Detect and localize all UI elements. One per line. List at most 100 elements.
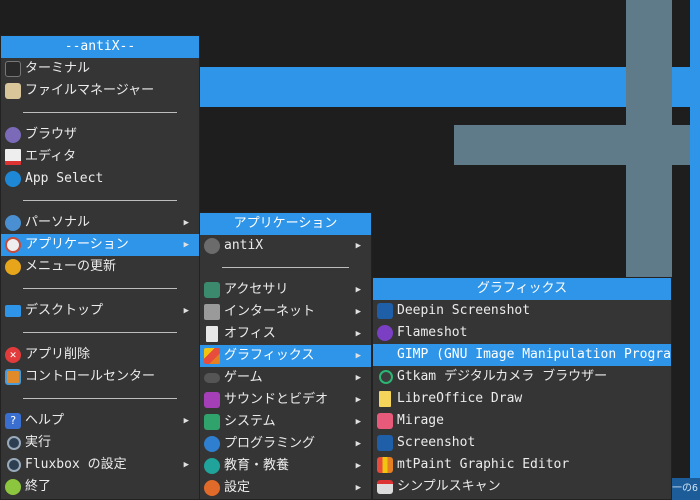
menu-item-label: アクセサリ xyxy=(224,282,289,297)
graphics-submenu-title: グラフィックス xyxy=(373,278,671,300)
menu-item-label: インターネット xyxy=(224,304,316,319)
menu-item-label: Mirage xyxy=(397,413,444,428)
menu-item-label: シンプルスキャン xyxy=(397,479,501,494)
menu-item-label: ゲーム xyxy=(224,370,263,385)
menu-item-refresh-menu[interactable]: メニューの更新 xyxy=(1,256,199,278)
menu-item-fluxbox-settings[interactable]: Fluxbox の設定 ▶ xyxy=(1,454,199,476)
system-icon xyxy=(204,414,220,430)
submenu-arrow-icon: ▶ xyxy=(355,307,361,317)
menu-item-run[interactable]: 実行 xyxy=(1,432,199,454)
menu-item-programming[interactable]: プログラミング ▶ xyxy=(200,433,371,455)
menu-item-deepin-screenshot[interactable]: Deepin Screenshot xyxy=(373,300,671,322)
submenu-arrow-icon: ▶ xyxy=(183,240,189,250)
menu-item-label: antiX xyxy=(224,238,264,253)
menu-item-label: 設定 xyxy=(224,480,251,495)
menu-item-mtpaint[interactable]: mtPaint Graphic Editor xyxy=(373,454,671,476)
mtpaint-icon xyxy=(377,457,393,473)
menu-item-applications[interactable]: アプリケーション ▶ xyxy=(1,234,199,256)
menu-item-label: Flameshot xyxy=(397,325,468,340)
run-gear-icon xyxy=(7,436,21,450)
submenu-arrow-icon: ▶ xyxy=(355,329,361,339)
wallpaper-gray-stripe-horizontal xyxy=(454,125,700,165)
menu-item-office[interactable]: オフィス ▶ xyxy=(200,323,371,345)
menu-item-control-center[interactable]: コントロールセンター xyxy=(1,366,199,388)
submenu-arrow-icon: ▶ xyxy=(355,417,361,427)
submenu-arrow-icon: ▶ xyxy=(183,460,189,470)
menu-item-libreoffice-draw[interactable]: LibreOffice Draw xyxy=(373,388,671,410)
gamepad-icon xyxy=(204,373,220,383)
menu-item-label: オフィス xyxy=(224,326,276,341)
menu-item-simple-scan[interactable]: シンプルスキャン xyxy=(373,476,671,498)
screenshot-icon xyxy=(377,435,393,451)
separator xyxy=(1,102,199,124)
menu-item-browser[interactable]: ブラウザ xyxy=(1,124,199,146)
menu-item-gtkam[interactable]: Gtkam デジタルカメラ ブラウザー xyxy=(373,366,671,388)
submenu-arrow-icon: ▶ xyxy=(183,416,189,426)
separator xyxy=(1,322,199,344)
applications-grid-icon xyxy=(5,237,21,253)
menu-item-personal[interactable]: パーソナル ▶ xyxy=(1,212,199,234)
menu-item-games[interactable]: ゲーム ▶ xyxy=(200,367,371,389)
menu-item-file-manager[interactable]: ファイルマネージャー xyxy=(1,80,199,102)
submenu-arrow-icon: ▶ xyxy=(355,439,361,449)
menu-item-label: ファイルマネージャー xyxy=(25,83,155,98)
menu-item-app-select[interactable]: App Select xyxy=(1,168,199,190)
editor-icon xyxy=(5,149,21,165)
graphics-palette-icon xyxy=(204,348,220,364)
menu-item-label: メニューの更新 xyxy=(25,259,117,274)
menu-item-help[interactable]: ? ヘルプ ▶ xyxy=(1,410,199,432)
menu-item-internet[interactable]: インターネット ▶ xyxy=(200,301,371,323)
menu-item-mirage[interactable]: Mirage xyxy=(373,410,671,432)
fluxbox-gear-icon xyxy=(7,458,21,472)
menu-item-antix[interactable]: antiX ▶ xyxy=(200,235,371,257)
office-icon xyxy=(206,326,218,342)
submenu-arrow-icon: ▶ xyxy=(355,373,361,383)
menu-item-exit[interactable]: 終了 xyxy=(1,476,199,498)
menu-item-label: 終了 xyxy=(25,479,52,494)
menu-item-desktop[interactable]: デスクトップ ▶ xyxy=(1,300,199,322)
submenu-arrow-icon: ▶ xyxy=(355,395,361,405)
menu-item-screenshot[interactable]: Screenshot xyxy=(373,432,671,454)
internet-icon xyxy=(204,304,220,320)
education-icon xyxy=(204,458,220,474)
camera-icon xyxy=(379,370,393,384)
menu-item-editor[interactable]: エディタ xyxy=(1,146,199,168)
menu-item-graphics[interactable]: グラフィックス ▶ xyxy=(200,345,371,367)
flameshot-icon xyxy=(377,325,393,341)
submenu-arrow-icon: ▶ xyxy=(355,351,361,361)
accessories-icon xyxy=(204,282,220,298)
scanner-icon xyxy=(377,480,393,494)
menu-item-label: デスクトップ xyxy=(25,303,104,318)
menu-item-label: アプリ削除 xyxy=(25,347,91,362)
menu-item-label: グラフィックス xyxy=(224,348,315,363)
menu-item-flameshot[interactable]: Flameshot xyxy=(373,322,671,344)
menu-item-label: アプリケーション xyxy=(25,237,129,252)
submenu-arrow-icon: ▶ xyxy=(355,241,361,251)
menu-item-gimp[interactable]: GIMP (GNU Image Manipulation Program xyxy=(373,344,671,366)
menu-item-remove-apps[interactable]: ✕ アプリ削除 xyxy=(1,344,199,366)
menu-item-system[interactable]: システム ▶ xyxy=(200,411,371,433)
menu-item-education[interactable]: 教育・教養 ▶ xyxy=(200,455,371,477)
submenu-arrow-icon: ▶ xyxy=(355,285,361,295)
submenu-arrow-icon: ▶ xyxy=(183,218,189,228)
menu-item-label: ヘルプ xyxy=(25,413,65,428)
terminal-icon xyxy=(5,61,21,77)
menu-item-settings[interactable]: 設定 ▶ xyxy=(200,477,371,499)
menu-item-label: エディタ xyxy=(25,149,77,164)
menu-item-accessories[interactable]: アクセサリ ▶ xyxy=(200,279,371,301)
menu-item-label: mtPaint Graphic Editor xyxy=(397,457,570,472)
menu-item-label: 実行 xyxy=(25,435,52,450)
power-icon xyxy=(5,479,21,495)
menu-item-label: ブラウザ xyxy=(25,127,78,142)
menu-item-terminal[interactable]: ターミナル xyxy=(1,58,199,80)
menu-item-sound-video[interactable]: サウンドとビデオ ▶ xyxy=(200,389,371,411)
taskbar-item[interactable]: 一の6 xyxy=(672,478,700,500)
multimedia-icon xyxy=(204,392,220,408)
search-icon xyxy=(5,171,21,187)
menu-item-label: プログラミング xyxy=(224,436,316,451)
separator xyxy=(1,388,199,410)
submenu-arrow-icon: ▶ xyxy=(355,483,361,493)
menu-item-label: サウンドとビデオ xyxy=(224,392,329,407)
menu-item-label: Deepin Screenshot xyxy=(397,303,531,318)
refresh-icon xyxy=(5,259,21,275)
